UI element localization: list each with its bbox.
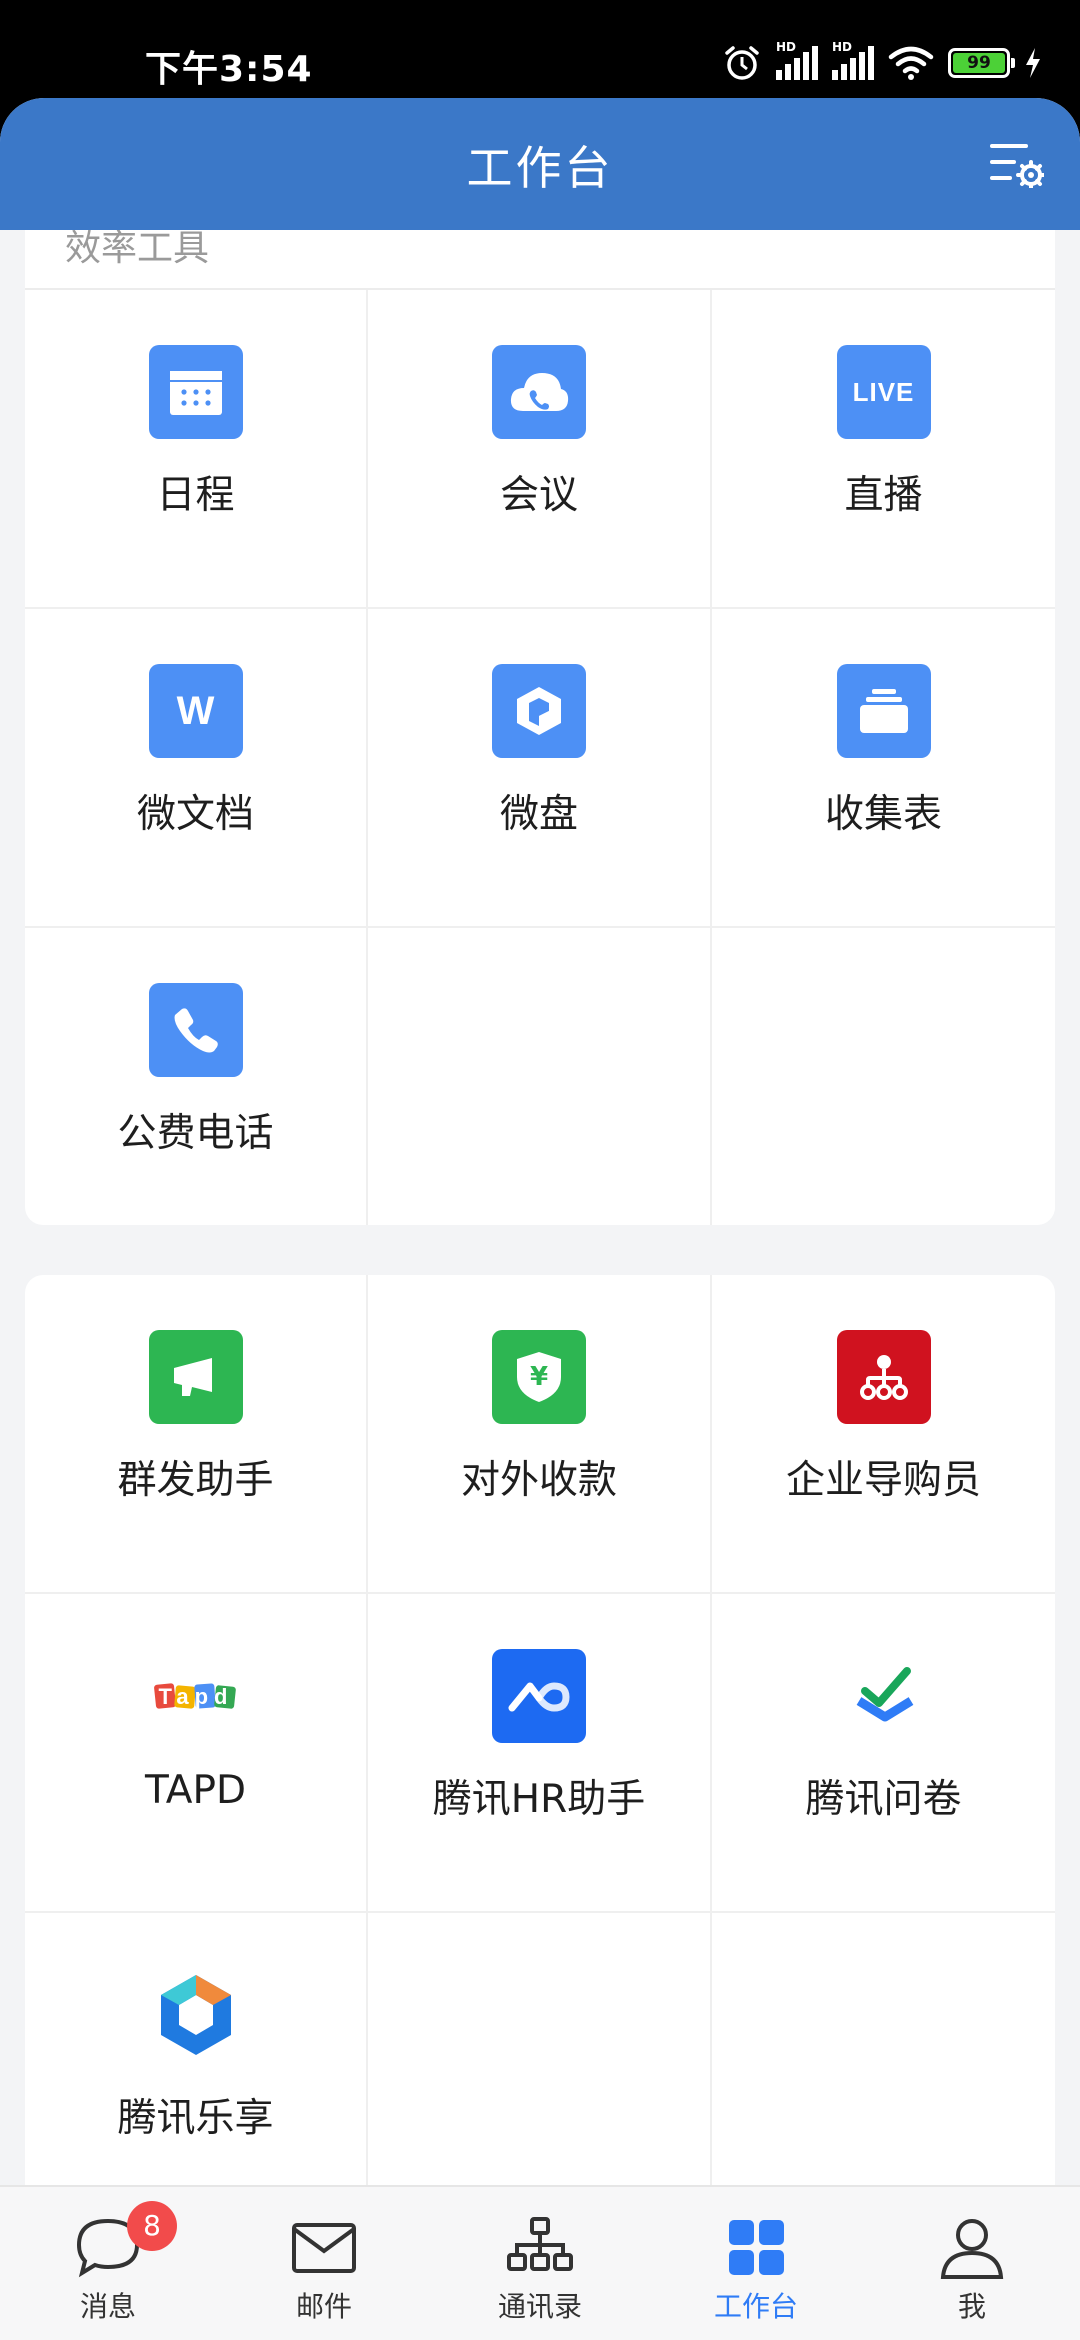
alarm-icon — [725, 46, 759, 80]
org-chart-icon — [836, 1330, 931, 1424]
live-icon-text: LIVE — [852, 376, 915, 407]
doc-icon: W — [148, 664, 243, 758]
yuan-symbol: ¥ — [529, 1362, 549, 1392]
app-shopping-guide[interactable]: 企业导购员 — [712, 1275, 1055, 1594]
person-icon — [940, 2219, 1004, 2279]
status-bar: 下午3:54 HD HD 99 — [0, 0, 1080, 110]
app-business-call[interactable]: 公费电话 — [25, 928, 368, 1225]
workbench-content: 效率工具 日程 会议 LIVE 直播 W 微文档 微盘 收集表 公费电话 群发助… — [0, 230, 1080, 2283]
battery-icon: 99 — [948, 48, 1015, 78]
phone-icon — [148, 983, 243, 1077]
mail-icon — [292, 2223, 356, 2273]
tab-messages[interactable]: 8 消息 — [0, 2187, 216, 2340]
checkmark-survey-icon — [837, 1649, 931, 1743]
tab-contacts[interactable]: 通讯录 — [432, 2187, 648, 2340]
unread-badge: 8 — [127, 2201, 177, 2251]
app-label: 微文档 — [136, 792, 254, 837]
app-label: 会议 — [499, 473, 578, 518]
manage-settings-icon[interactable] — [990, 142, 1044, 188]
app-label: 腾讯HR助手 — [432, 1777, 646, 1822]
tapd-logo: Tapd — [149, 1649, 243, 1743]
form-icon — [836, 664, 931, 758]
app-live[interactable]: LIVE 直播 — [712, 290, 1055, 609]
app-meeting[interactable]: 会议 — [368, 290, 712, 609]
cell-signal-icon-2: HD — [832, 40, 874, 80]
app-form[interactable]: 收集表 — [712, 609, 1055, 928]
app-label: 日程 — [156, 473, 235, 518]
cell-signal-icon: HD — [776, 40, 818, 80]
section-title: 效率工具 — [65, 230, 210, 269]
charging-icon — [1026, 48, 1040, 78]
tab-label: 邮件 — [295, 2290, 352, 2323]
workbench-screen: 工作台 效率工具 日程 会议 LIVE 直播 W 微文档 微盘 收集表 公费电话… — [0, 98, 1080, 2340]
status-time: 下午3:54 — [145, 49, 313, 90]
contacts-tree-icon — [507, 2217, 573, 2271]
empty-cell — [712, 928, 1055, 1225]
cloud-phone-icon — [492, 345, 586, 439]
doc-icon-text: W — [176, 688, 215, 733]
status-icons: HD HD 99 — [722, 40, 1042, 86]
tab-label: 通讯录 — [497, 2290, 582, 2323]
app-label: TAPD — [144, 1768, 247, 1813]
app-drive[interactable]: 微盘 — [368, 609, 712, 928]
app-doc[interactable]: W 微文档 — [25, 609, 368, 928]
app-label: 对外收款 — [460, 1458, 617, 1503]
app-label: 公费电话 — [117, 1111, 274, 1156]
bottom-tab-bar: 8 消息 邮件 通讯录 工作台 我 — [0, 2185, 1080, 2340]
tab-mail[interactable]: 邮件 — [216, 2187, 432, 2340]
app-schedule[interactable]: 日程 — [25, 290, 368, 609]
tab-label: 消息 — [79, 2290, 136, 2323]
tab-label: 工作台 — [713, 2290, 798, 2323]
battery-level: 99 — [953, 53, 1005, 73]
tab-workbench[interactable]: 工作台 — [648, 2187, 864, 2340]
app-tapd[interactable]: Tapd TAPD — [25, 1594, 368, 1913]
app-grid: 群发助手 ¥ 对外收款 企业导购员 Tapd TAPD 腾讯HR助手 腾讯问卷 … — [25, 1275, 1055, 2232]
page-title: 工作台 — [466, 141, 614, 195]
app-tencent-survey[interactable]: 腾讯问卷 — [712, 1594, 1055, 1913]
empty-cell — [368, 928, 712, 1225]
app-label: 微盘 — [499, 792, 578, 837]
app-label: 群发助手 — [117, 1458, 274, 1503]
drive-icon — [492, 664, 586, 758]
more-apps-card: 群发助手 ¥ 对外收款 企业导购员 Tapd TAPD 腾讯HR助手 腾讯问卷 … — [25, 1275, 1055, 2283]
payment-shield-icon: ¥ — [492, 1330, 586, 1424]
live-icon: LIVE — [836, 345, 931, 439]
tab-label: 我 — [957, 2290, 986, 2323]
app-label: 直播 — [844, 473, 923, 518]
calendar-icon — [148, 345, 243, 439]
app-label: 腾讯乐享 — [117, 2096, 274, 2141]
app-external-payment[interactable]: ¥ 对外收款 — [368, 1275, 712, 1594]
app-label: 收集表 — [824, 792, 942, 837]
svg-text:Tapd: Tapd — [158, 1684, 233, 1709]
app-hr-assistant[interactable]: 腾讯HR助手 — [368, 1594, 712, 1913]
hexagon-logo-icon — [149, 1968, 243, 2062]
efficiency-tools-card: 效率工具 日程 会议 LIVE 直播 W 微文档 微盘 收集表 公费电话 — [25, 230, 1055, 1225]
app-label: 腾讯问卷 — [805, 1777, 962, 1822]
app-broadcast-assistant[interactable]: 群发助手 — [25, 1275, 368, 1594]
tab-me[interactable]: 我 — [864, 2187, 1080, 2340]
hd-label: HD — [776, 40, 797, 54]
app-grid: 日程 会议 LIVE 直播 W 微文档 微盘 收集表 公费电话 — [25, 290, 1055, 1225]
grid-icon — [729, 2220, 784, 2275]
hr-assistant-icon — [492, 1649, 586, 1743]
app-label: 企业导购员 — [785, 1458, 981, 1503]
megaphone-icon — [148, 1330, 243, 1424]
header-bar: 工作台 — [0, 98, 1080, 230]
hd-label-2: HD — [832, 40, 853, 54]
wifi-icon — [888, 46, 934, 80]
